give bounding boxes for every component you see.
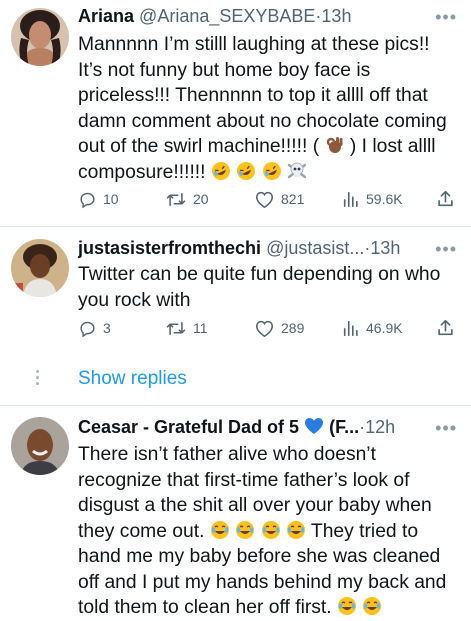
like-button[interactable]: 289 <box>254 316 304 340</box>
like-count: 289 <box>281 320 305 336</box>
text-line: hand me my baby before she was cleaned <box>78 546 441 567</box>
tears-of-joy-emoji <box>338 597 356 615</box>
show-replies-link[interactable]: Show replies <box>78 368 187 390</box>
share-icon <box>438 319 453 336</box>
text-segment: they come out. <box>78 520 205 542</box>
analytics-icon <box>343 191 358 208</box>
tears-of-joy-emoji <box>236 520 255 539</box>
reply-button[interactable]: 10 <box>78 187 119 211</box>
tears-of-joy-emoji <box>286 520 305 539</box>
rofl-emoji <box>237 161 256 180</box>
rofl-emoji <box>211 161 230 180</box>
more-options-icon[interactable]: ••• <box>435 8 457 26</box>
text-line: you rock with <box>78 289 191 311</box>
text-line: disgust a the shit all over your baby wh… <box>78 495 432 516</box>
tweet-text: There isn’t father alive who doesn’t rec… <box>78 442 463 621</box>
avatar[interactable] <box>11 8 69 66</box>
retweet-button[interactable]: 20 <box>165 187 209 211</box>
share-icon <box>438 190 453 207</box>
views-button[interactable]: 59.6K <box>342 187 403 211</box>
text-segment: ) I lost allll <box>349 136 436 157</box>
text-line: composure!!!!!! <box>78 160 463 186</box>
reply-count: 3 <box>103 320 111 336</box>
text-segment: told them to clean her off first. <box>78 597 332 618</box>
blue-heart-emoji <box>305 418 324 434</box>
timestamp[interactable]: 12h <box>365 417 395 437</box>
more-options-icon[interactable]: ••• <box>435 419 457 437</box>
thread-connector <box>36 370 39 388</box>
text-line: damn comment about no chocolate coming <box>78 110 447 132</box>
text-line: Mannnnn I’m stilll laughing at these pic… <box>78 34 430 55</box>
tweet-actions: 10 20 821 59.6K <box>78 187 463 211</box>
text-line: priceless!!! Thennnnn to top it allll of… <box>78 85 428 106</box>
view-count: 59.6K <box>366 191 403 207</box>
retweet-icon <box>166 192 186 206</box>
reply-icon <box>80 321 95 337</box>
more-options-icon[interactable]: ••• <box>435 240 457 258</box>
tweet-text: Mannnnn I’m stilll laughing at these pic… <box>78 32 463 185</box>
text-line: recognize that first-time father’s look … <box>78 469 410 491</box>
rofl-emoji <box>262 161 281 180</box>
text-segment: composure!!!!!! <box>78 161 206 183</box>
tears-of-joy-emoji <box>363 597 382 615</box>
tweet-justasister[interactable]: justasisterfromthechi @justasist...·13h … <box>0 226 471 356</box>
text-line: Twitter can be quite fun depending on wh… <box>78 264 441 285</box>
tweet-ceasar[interactable]: Ceasar - Grateful Dad of 5 (F...·12h •••… <box>0 405 471 618</box>
skull-crossbones-emoji <box>287 162 307 178</box>
text-line: It’s not funny but home boy face is <box>78 59 371 81</box>
display-name-suffix[interactable]: (F... <box>329 417 359 437</box>
retweet-count: 20 <box>193 191 209 207</box>
display-name[interactable]: Ariana <box>78 6 134 26</box>
text-line: told them to clean her off first. <box>78 595 463 621</box>
retweet-icon <box>166 321 186 335</box>
text-segment: out of the swirl machine!!!!! ( <box>78 136 320 157</box>
timestamp[interactable]: 13h <box>321 6 351 26</box>
share-button[interactable] <box>436 187 455 211</box>
tweet-text: Twitter can be quite fun depending on wh… <box>78 262 463 313</box>
views-button[interactable]: 46.9K <box>342 316 403 340</box>
view-count: 46.9K <box>366 320 403 336</box>
text-segment: They tried to <box>310 520 419 542</box>
user-handle[interactable]: @Ariana_SEXYBABE <box>139 6 315 26</box>
retweet-count: 11 <box>193 320 208 336</box>
share-button[interactable] <box>436 316 455 340</box>
text-line: out of the swirl machine!!!!! ( ) I lost… <box>78 134 463 160</box>
reply-icon <box>80 192 95 208</box>
analytics-icon <box>343 320 358 337</box>
reply-count: 10 <box>103 191 119 207</box>
ok-hand-emoji <box>327 137 343 153</box>
timestamp[interactable]: 13h <box>370 238 400 258</box>
tweet-ariana[interactable]: Ariana @Ariana_SEXYBABE·13h ••• Mannnnn … <box>0 0 471 232</box>
avatar[interactable] <box>11 417 69 475</box>
like-button[interactable]: 821 <box>254 187 304 211</box>
avatar[interactable] <box>11 239 69 297</box>
text-line: they come out. They tried to <box>78 519 463 545</box>
text-line: off and I put my hands behind my back an… <box>78 571 447 593</box>
like-count: 821 <box>281 191 305 207</box>
display-name[interactable]: Ceasar - Grateful Dad of 5 <box>78 417 299 437</box>
tweet-actions: 3 11 289 46.9K <box>78 316 463 340</box>
display-name[interactable]: justasisterfromthechi <box>78 238 261 258</box>
tears-of-joy-emoji <box>261 520 280 539</box>
reply-button[interactable]: 3 <box>78 316 111 340</box>
user-handle[interactable]: @justasist... <box>266 238 364 258</box>
retweet-button[interactable]: 11 <box>165 316 208 340</box>
tears-of-joy-emoji <box>210 520 229 539</box>
heart-icon <box>255 191 274 208</box>
heart-icon <box>255 320 274 337</box>
text-line: There isn’t father alive who doesn’t <box>78 444 376 465</box>
